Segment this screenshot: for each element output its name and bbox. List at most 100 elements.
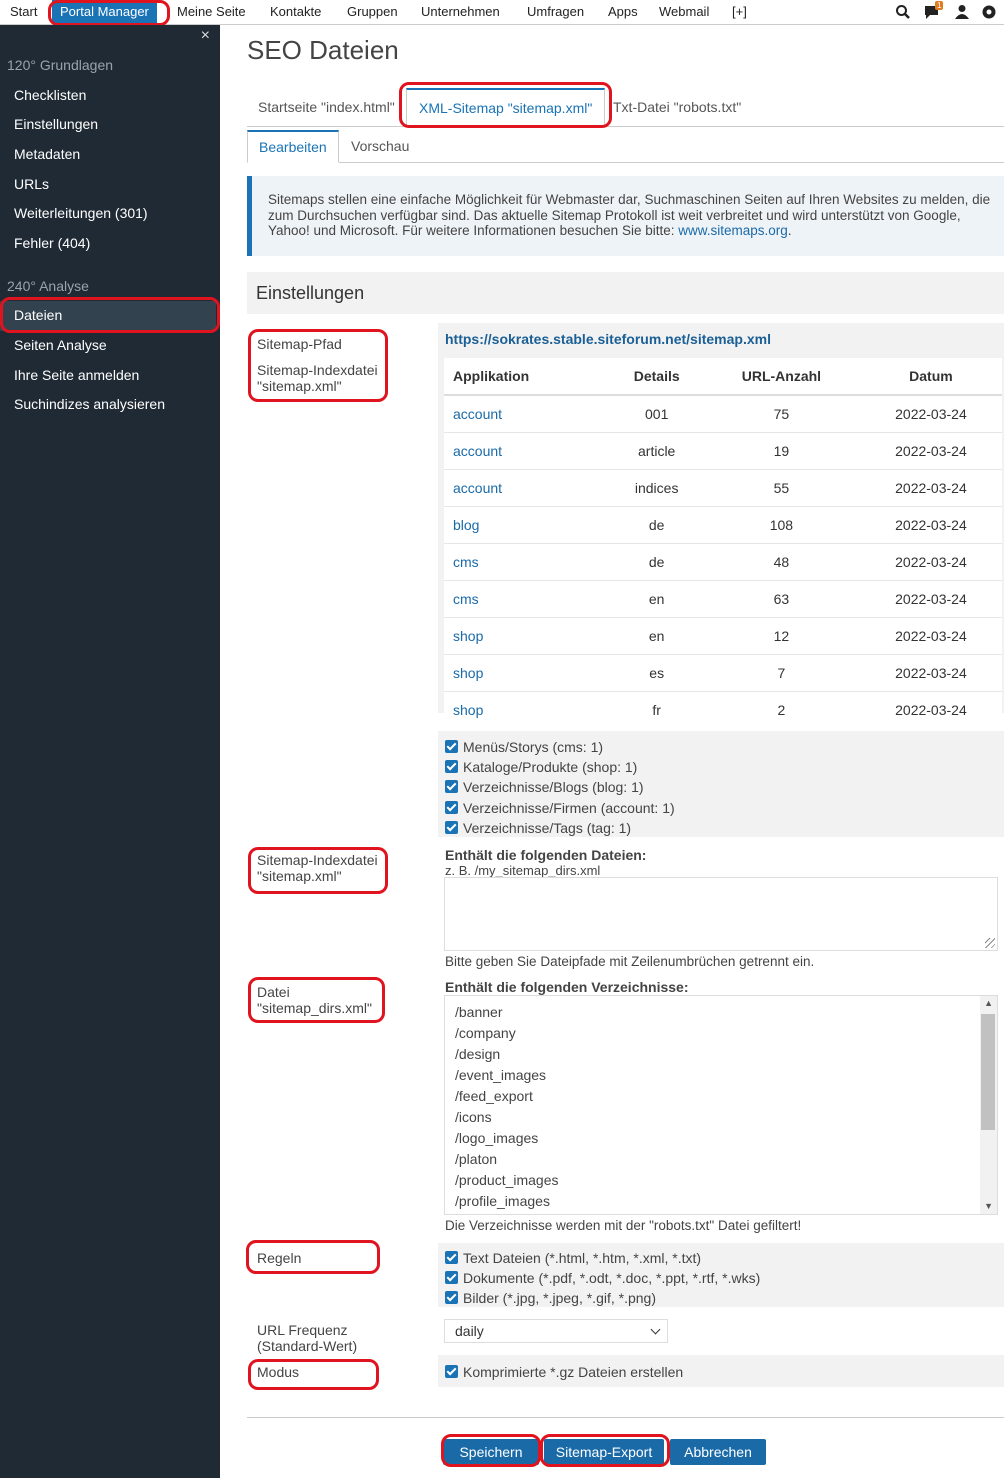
- col-datum: Datum: [859, 358, 1002, 396]
- dir-item[interactable]: /event_images: [455, 1067, 546, 1083]
- sidebar-item-fehler[interactable]: Fehler (404): [14, 235, 90, 251]
- scroll-down-icon[interactable]: ▼: [984, 1201, 993, 1211]
- dir-item[interactable]: /icons: [455, 1109, 492, 1125]
- checkbox-tag[interactable]: [445, 821, 458, 834]
- table-row: cms de 48 2022-03-24: [444, 543, 1002, 581]
- nav-umfragen[interactable]: Umfragen: [527, 0, 584, 24]
- dirs-scrollbar-thumb[interactable]: [981, 1014, 995, 1130]
- app-link[interactable]: account: [444, 432, 611, 470]
- dirs-listbox[interactable]: /banner /company /design /event_images /…: [444, 995, 998, 1215]
- dir-item[interactable]: /company: [455, 1025, 516, 1041]
- details-cell: en: [610, 580, 703, 618]
- url-count-cell: 2: [702, 691, 860, 728]
- nav-webmail[interactable]: Webmail: [659, 0, 709, 24]
- dirs-heading: Enthält die folgenden Verzeichnisse:: [445, 979, 689, 995]
- user-icon[interactable]: [955, 4, 969, 20]
- app-link[interactable]: account: [444, 469, 611, 507]
- url-count-cell: 75: [702, 394, 860, 433]
- dir-item[interactable]: /feed_export: [455, 1088, 533, 1104]
- table-row: shop fr 2 2022-03-24: [444, 691, 1002, 728]
- option-cms: Menüs/Storys (cms: 1): [463, 739, 604, 755]
- url-count-cell: 19: [702, 432, 860, 470]
- sidebar-item-dateien[interactable]: Dateien: [14, 307, 62, 323]
- dirs-hint: Die Verzeichnisse werden mit der "robots…: [445, 1218, 802, 1233]
- sitemap-url-link[interactable]: https://sokrates.stable.siteforum.net/si…: [445, 331, 771, 347]
- checkbox-text-files[interactable]: [445, 1251, 458, 1264]
- sidebar-item-urls[interactable]: URLs: [14, 176, 49, 192]
- dir-item[interactable]: /profile_images: [455, 1193, 550, 1209]
- sidebar-item-checklisten[interactable]: Checklisten: [14, 87, 86, 103]
- tab-vorschau[interactable]: Vorschau: [351, 130, 409, 161]
- nav-unternehmen[interactable]: Unternehmen: [421, 0, 500, 24]
- tab-sitemap-xml[interactable]: XML-Sitemap "sitemap.xml": [406, 88, 606, 127]
- checkbox-images[interactable]: [445, 1291, 458, 1304]
- dir-item[interactable]: /product_images: [455, 1172, 559, 1188]
- details-cell: de: [610, 506, 703, 544]
- search-zoom-icon[interactable]: [895, 4, 911, 20]
- sitemap-export-button[interactable]: Sitemap-Export: [544, 1439, 664, 1465]
- sidebar-item-einstellungen[interactable]: Einstellungen: [14, 116, 98, 132]
- rule-images: Bilder (*.jpg, *.jpeg, *.gif, *.png): [463, 1290, 656, 1306]
- dir-item[interactable]: /banner: [455, 1004, 502, 1020]
- rule-documents: Dokumente (*.pdf, *.odt, *.doc, *.ppt, *…: [463, 1270, 761, 1286]
- app-link[interactable]: cms: [444, 580, 611, 618]
- resize-handle-icon[interactable]: [985, 938, 995, 948]
- app-link[interactable]: blog: [444, 506, 611, 544]
- checkbox-blog[interactable]: [445, 780, 458, 793]
- option-shop: Kataloge/Produkte (shop: 1): [463, 759, 638, 775]
- app-link[interactable]: account: [444, 394, 611, 433]
- label-rules: Regeln: [257, 1250, 302, 1266]
- cancel-button[interactable]: Abbrechen: [670, 1439, 766, 1465]
- checkbox-account[interactable]: [445, 801, 458, 814]
- nav-start[interactable]: Start: [10, 0, 37, 24]
- app-link[interactable]: cms: [444, 543, 611, 581]
- details-cell: es: [610, 654, 703, 692]
- sidebar-item-suchindizes[interactable]: Suchindizes analysieren: [14, 396, 165, 412]
- app-link[interactable]: shop: [444, 654, 611, 692]
- scroll-up-icon[interactable]: ▲: [984, 998, 993, 1008]
- files-heading: Enthält die folgenden Dateien:: [445, 847, 647, 863]
- tab-index-html[interactable]: Startseite "index.html": [258, 88, 395, 125]
- table-row: account 001 75 2022-03-24: [444, 394, 1002, 433]
- dir-item[interactable]: /logo_images: [455, 1130, 538, 1146]
- col-url-anzahl: URL-Anzahl: [702, 358, 860, 396]
- url-frequency-value: daily: [455, 1323, 484, 1339]
- mode-gz-option: Komprimierte *.gz Dateien erstellen: [463, 1364, 684, 1380]
- nav-apps[interactable]: Apps: [608, 0, 638, 24]
- checkbox-documents[interactable]: [445, 1271, 458, 1284]
- notification-badge: 1: [935, 1, 944, 10]
- sidebar-item-seite-anmelden[interactable]: Ihre Seite anmelden: [14, 367, 139, 383]
- date-cell: 2022-03-24: [859, 469, 1002, 507]
- checkbox-gz[interactable]: [445, 1365, 458, 1378]
- tab-robots-txt[interactable]: Txt-Datei "robots.txt": [613, 88, 741, 125]
- page-title: SEO Dateien: [247, 35, 399, 65]
- checkbox-shop[interactable]: [445, 760, 458, 773]
- col-details: Details: [610, 358, 703, 396]
- save-button[interactable]: Speichern: [443, 1439, 539, 1465]
- date-cell: 2022-03-24: [859, 691, 1002, 728]
- dir-item[interactable]: /platon: [455, 1151, 497, 1167]
- details-cell: fr: [610, 691, 703, 728]
- app-link[interactable]: shop: [444, 617, 611, 655]
- nav-gruppen[interactable]: Gruppen: [347, 0, 398, 24]
- nav-portal-manager[interactable]: Portal Manager: [52, 0, 157, 24]
- chevron-down-icon: [650, 1324, 661, 1335]
- settings-gear-icon[interactable]: [981, 4, 997, 20]
- checkbox-cms[interactable]: [445, 740, 458, 753]
- label-mode: Modus: [257, 1364, 300, 1380]
- close-icon[interactable]: ×: [201, 27, 210, 45]
- app-link[interactable]: shop: [444, 691, 611, 728]
- sidebar-item-seiten-analyse[interactable]: Seiten Analyse: [14, 337, 107, 353]
- table-row: account indices 55 2022-03-24: [444, 469, 1002, 507]
- table-row: account article 19 2022-03-24: [444, 432, 1002, 470]
- nav-meine-seite[interactable]: Meine Seite: [177, 0, 246, 24]
- files-textarea[interactable]: [444, 877, 998, 951]
- nav-kontakte[interactable]: Kontakte: [270, 0, 321, 24]
- sidebar-item-metadaten[interactable]: Metadaten: [14, 146, 80, 162]
- url-frequency-select[interactable]: daily: [444, 1319, 668, 1343]
- tab-bearbeiten[interactable]: Bearbeiten: [247, 130, 339, 163]
- nav-more[interactable]: [+]: [732, 0, 747, 24]
- dir-item[interactable]: /design: [455, 1046, 500, 1062]
- sitemaps-link[interactable]: www.sitemaps.org: [678, 223, 788, 238]
- sidebar-item-weiterleitungen[interactable]: Weiterleitungen (301): [14, 205, 148, 221]
